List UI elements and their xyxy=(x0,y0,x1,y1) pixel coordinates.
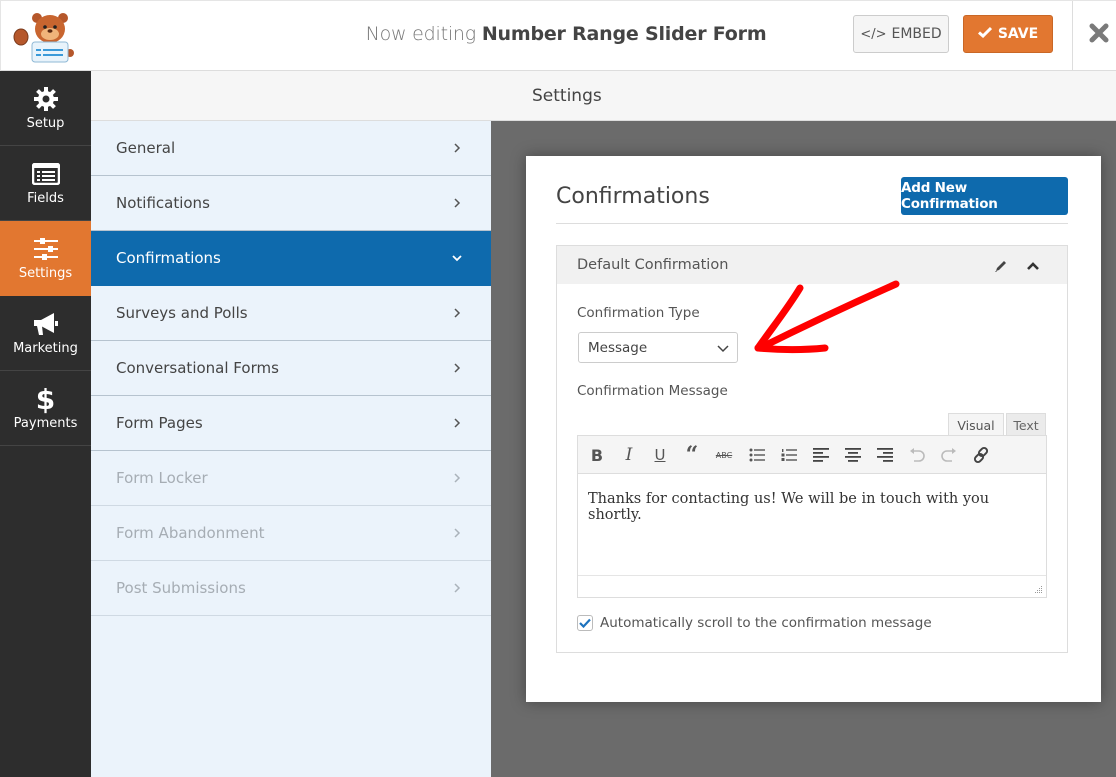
sidebar-label: Payments xyxy=(13,416,78,431)
sidebar-label: Fields xyxy=(27,191,64,206)
undo-icon[interactable] xyxy=(907,445,927,465)
chevron-right-icon xyxy=(454,528,461,538)
confirmation-header[interactable]: Default Confirmation xyxy=(557,246,1067,284)
gear-icon xyxy=(32,85,60,113)
confirmation-type-label: Confirmation Type xyxy=(577,305,700,321)
submenu-item-general[interactable]: General xyxy=(91,121,491,176)
save-button[interactable]: SAVE xyxy=(963,15,1053,53)
underline-icon[interactable]: U xyxy=(650,445,670,465)
message-textarea[interactable]: Thanks for contacting us! We will be in … xyxy=(578,474,1046,575)
tab-text[interactable]: Text xyxy=(1006,413,1046,436)
topbar-divider xyxy=(1072,1,1073,71)
submenu-label: Notifications xyxy=(116,194,210,212)
code-icon: </> xyxy=(860,26,887,42)
submenu-item-form-abandonment[interactable]: Form Abandonment xyxy=(91,506,491,561)
auto-scroll-checkbox[interactable]: Automatically scroll to the confirmation… xyxy=(577,615,932,631)
sliders-icon xyxy=(32,235,60,263)
pencil-icon[interactable] xyxy=(993,258,1009,274)
chevron-right-icon xyxy=(454,308,461,318)
divider xyxy=(556,223,1068,224)
submenu-item-surveys-polls[interactable]: Surveys and Polls xyxy=(91,286,491,341)
bold-icon[interactable]: B xyxy=(587,445,607,465)
align-left-icon[interactable] xyxy=(811,445,831,465)
redo-icon[interactable] xyxy=(939,445,959,465)
auto-scroll-label: Automatically scroll to the confirmation… xyxy=(600,615,932,631)
confirmations-panel: Confirmations Add New Confirmation Defau… xyxy=(526,156,1101,702)
chevron-right-icon xyxy=(454,143,461,153)
confirmation-block: Default Confirmation Confirmation Type M… xyxy=(556,245,1068,653)
embed-button[interactable]: </> EMBED xyxy=(853,15,949,53)
selected-value: Message xyxy=(588,340,648,356)
sidebar-item-marketing[interactable]: Marketing xyxy=(0,296,91,371)
tab-visual[interactable]: Visual xyxy=(948,413,1004,436)
builder-sidebar: Setup Fields Settings Marketing $ Paymen… xyxy=(0,71,91,777)
chevron-down-icon xyxy=(452,255,462,262)
sidebar-item-setup[interactable]: Setup xyxy=(0,71,91,146)
submenu-item-form-locker[interactable]: Form Locker xyxy=(91,451,491,506)
submenu-label: General xyxy=(116,139,176,157)
blockquote-icon[interactable]: “ xyxy=(682,442,702,468)
confirmation-name: Default Confirmation xyxy=(577,257,729,273)
confirmation-message-label: Confirmation Message xyxy=(577,383,728,399)
submenu-item-conversational-forms[interactable]: Conversational Forms xyxy=(91,341,491,396)
confirmation-type-select[interactable]: Message xyxy=(578,332,738,363)
submenu-label: Confirmations xyxy=(116,249,221,267)
checkbox[interactable] xyxy=(577,615,593,631)
settings-title: Settings xyxy=(532,86,602,106)
submenu-label: Form Locker xyxy=(116,469,208,487)
settings-submenu: General Notifications Confirmations Surv… xyxy=(91,121,491,777)
italic-icon[interactable]: I xyxy=(619,445,639,465)
resize-handle-icon[interactable] xyxy=(1033,584,1043,594)
submenu-label: Form Pages xyxy=(116,414,203,432)
megaphone-icon xyxy=(32,310,60,338)
submenu-label: Conversational Forms xyxy=(116,359,279,377)
sidebar-label: Setup xyxy=(26,116,65,131)
submenu-label: Surveys and Polls xyxy=(116,304,248,322)
submenu-item-form-pages[interactable]: Form Pages xyxy=(91,396,491,451)
chevron-right-icon xyxy=(454,363,461,373)
submenu-item-post-submissions[interactable]: Post Submissions xyxy=(91,561,491,616)
top-bar: Now editing Number Range Slider Form </>… xyxy=(0,0,1116,71)
checkmark-icon xyxy=(977,26,992,42)
dollar-icon: $ xyxy=(35,382,56,416)
sidebar-item-fields[interactable]: Fields xyxy=(0,146,91,221)
settings-content: Confirmations Add New Confirmation Defau… xyxy=(491,121,1116,777)
sidebar-item-settings[interactable]: Settings xyxy=(0,221,91,296)
embed-label: EMBED xyxy=(891,26,942,42)
sidebar-item-payments[interactable]: $ Payments xyxy=(0,371,91,446)
chevron-down-icon xyxy=(717,345,729,353)
align-right-icon[interactable] xyxy=(875,445,895,465)
bullet-list-icon[interactable] xyxy=(747,445,767,465)
close-icon[interactable] xyxy=(1089,21,1116,49)
editor-statusbar xyxy=(578,575,1046,597)
numbered-list-icon[interactable] xyxy=(779,445,799,465)
chevron-right-icon xyxy=(454,198,461,208)
submenu-label: Form Abandonment xyxy=(116,524,265,542)
sidebar-label: Marketing xyxy=(13,341,78,356)
sidebar-label: Settings xyxy=(18,266,73,281)
fields-list-icon xyxy=(31,160,60,188)
editor-toolbar: B I U “ ABC xyxy=(578,436,1046,474)
editing-prefix: Now editing xyxy=(365,23,477,45)
submenu-item-confirmations[interactable]: Confirmations xyxy=(91,231,491,286)
chevron-right-icon xyxy=(454,583,461,593)
submenu-label: Post Submissions xyxy=(116,579,246,597)
chevron-right-icon xyxy=(454,418,461,428)
strikethrough-icon[interactable]: ABC xyxy=(714,445,734,465)
link-icon[interactable] xyxy=(971,445,991,465)
add-new-confirmation-button[interactable]: Add New Confirmation xyxy=(901,177,1068,215)
submenu-item-notifications[interactable]: Notifications xyxy=(91,176,491,231)
chevron-right-icon xyxy=(454,473,461,483)
align-center-icon[interactable] xyxy=(843,445,863,465)
settings-header: Settings xyxy=(91,71,1116,121)
form-name: Number Range Slider Form xyxy=(481,23,767,45)
save-label: SAVE xyxy=(997,26,1039,42)
chevron-up-icon[interactable] xyxy=(1025,258,1041,274)
checkmark-icon xyxy=(579,618,591,628)
message-editor: B I U “ ABC Thanks for contacting us! We… xyxy=(577,435,1047,598)
panel-title: Confirmations xyxy=(556,184,710,209)
